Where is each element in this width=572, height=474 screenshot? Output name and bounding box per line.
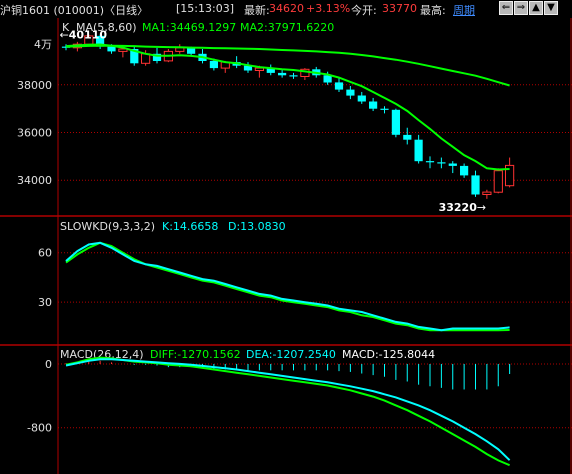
candle-body bbox=[289, 75, 298, 77]
low-price-annotation: 33220 bbox=[439, 201, 478, 214]
low-arrow: → bbox=[477, 201, 486, 214]
candle-body bbox=[254, 67, 265, 71]
candle-body bbox=[448, 163, 457, 166]
open-price-label: 今开: bbox=[351, 4, 377, 17]
latest-price-label: 最新: bbox=[244, 4, 270, 17]
diff-line bbox=[65, 356, 510, 467]
candle-body bbox=[437, 162, 446, 164]
macd-tick-label: 0 bbox=[45, 358, 52, 371]
quote-header-bar: 沪铜1601 (010001)〈日线〉 [15:13:03] 最新: 34620… bbox=[0, 0, 572, 18]
dea-legend: DEA:-1207.2540 bbox=[246, 348, 336, 361]
high-price-annotation: 40110 bbox=[69, 28, 108, 41]
price-tick-label: 38000 bbox=[17, 79, 52, 92]
candle-body bbox=[493, 170, 503, 193]
candle-body bbox=[425, 161, 435, 163]
candle-body bbox=[357, 95, 366, 102]
macd-legend: MACD:-125.8044 bbox=[342, 348, 435, 361]
candle-body bbox=[209, 60, 218, 69]
candle-body bbox=[107, 46, 116, 52]
d-legend: D:13.0830 bbox=[228, 220, 286, 233]
ma2-legend: MA2:37971.6220 bbox=[240, 21, 334, 34]
kd-tick-label: 60 bbox=[38, 247, 52, 260]
candle-body bbox=[323, 75, 332, 83]
k-line bbox=[65, 241, 510, 332]
candle-body bbox=[369, 101, 378, 109]
diff-legend: DIFF:-1270.1562 bbox=[150, 348, 241, 361]
macd-tick-label: -800 bbox=[27, 422, 52, 435]
zoom-out-button[interactable]: ▼ bbox=[544, 1, 558, 15]
slowkd-title: SLOWKD(9,3,3,2) bbox=[60, 220, 155, 233]
high-arrow: ← bbox=[60, 28, 69, 41]
candle-body bbox=[414, 139, 423, 162]
ma1-legend: MA1:34469.1297 bbox=[142, 21, 236, 34]
price-change-percent: +3.13% bbox=[306, 2, 351, 15]
candle-body bbox=[482, 191, 492, 196]
candle-body bbox=[187, 47, 196, 54]
candle-body bbox=[334, 82, 344, 90]
dea-line bbox=[65, 358, 511, 461]
price-tick-label: 36000 bbox=[17, 127, 52, 140]
candle-body bbox=[391, 109, 400, 135]
kline-chart[interactable]: 3800036000340004万K MA(5,8,60) MA1:34469.12… bbox=[0, 18, 572, 474]
candle-body bbox=[460, 165, 469, 176]
price-tick-label: 34000 bbox=[17, 174, 52, 187]
k-legend: K:14.6658 bbox=[162, 220, 218, 233]
latest-price: 34620 bbox=[269, 2, 304, 15]
scroll-left-button[interactable]: ⇐ bbox=[499, 1, 513, 15]
quote-time: [15:13:03] bbox=[176, 2, 234, 15]
price-unit-label: 4万 bbox=[34, 38, 52, 51]
candle-body bbox=[471, 175, 480, 195]
candle-body bbox=[278, 72, 287, 76]
d-line bbox=[65, 241, 510, 332]
period-link[interactable]: 周期 bbox=[453, 2, 475, 18]
open-price: 33770 bbox=[382, 2, 417, 15]
candle-body bbox=[346, 89, 355, 96]
zoom-in-button[interactable]: ▲ bbox=[529, 1, 543, 15]
scroll-right-button[interactable]: ⇒ bbox=[514, 1, 528, 15]
candle-body bbox=[380, 108, 389, 110]
high-price-label: 最高: bbox=[420, 4, 446, 17]
instrument-title: 沪铜1601 (010001)〈日线〉 bbox=[0, 4, 149, 17]
candle-body bbox=[403, 134, 412, 140]
kd-tick-label: 30 bbox=[38, 296, 52, 309]
